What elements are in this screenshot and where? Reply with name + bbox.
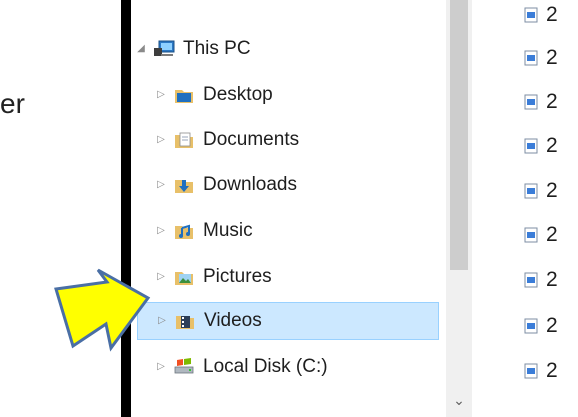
file-list-item[interactable]: 2 <box>524 176 558 206</box>
scroll-down-arrow-icon[interactable]: ⌄ <box>452 393 466 407</box>
file-icon <box>524 50 538 66</box>
tree-item-this-pc[interactable]: ◢ This PC <box>135 30 440 68</box>
file-list-item[interactable]: 2 <box>524 0 558 30</box>
tree-item-label: Music <box>203 220 253 241</box>
pictures-folder-icon <box>175 272 193 285</box>
file-list-item[interactable]: 2 <box>524 356 558 386</box>
collapsed-chevron-icon[interactable]: ▷ <box>155 89 167 101</box>
collapsed-chevron-icon[interactable]: ▷ <box>156 315 168 327</box>
file-list-item[interactable]: 2 <box>524 87 558 117</box>
file-list-item[interactable]: 2 <box>524 43 558 73</box>
downloads-folder-icon <box>175 180 193 193</box>
file-icon <box>524 138 538 154</box>
tree-item-downloads[interactable]: ▷ Downloads <box>155 166 460 204</box>
file-list-item[interactable]: 2 <box>524 311 558 341</box>
file-icon <box>524 94 538 110</box>
music-folder-icon <box>175 224 193 239</box>
tree-item-local-disk[interactable]: ▷ Local Disk (C:) <box>155 348 460 386</box>
documents-folder-icon <box>175 132 193 148</box>
computer-icon <box>154 40 175 56</box>
file-icon <box>524 183 538 199</box>
local-disk-icon <box>174 358 194 374</box>
tree-item-label: Videos <box>204 310 262 331</box>
file-icon <box>524 272 538 288</box>
collapsed-chevron-icon[interactable]: ▷ <box>155 134 167 146</box>
file-list-item[interactable]: 2 <box>524 220 558 250</box>
file-list-item[interactable]: 2 <box>524 131 558 161</box>
tree-item-label: Local Disk (C:) <box>203 356 328 377</box>
file-icon <box>524 227 538 243</box>
tree-item-desktop[interactable]: ▷ Desktop <box>155 76 460 114</box>
tree-item-videos[interactable]: ▷ Videos <box>137 302 439 340</box>
tree-item-label: This PC <box>183 38 251 59</box>
partial-text-fragment: er <box>0 88 25 119</box>
collapsed-chevron-icon[interactable]: ▷ <box>155 179 167 191</box>
file-list-item[interactable]: 2 <box>524 265 558 295</box>
window-border <box>121 0 131 417</box>
videos-folder-icon <box>176 316 194 329</box>
tree-item-documents[interactable]: ▷ Documents <box>155 121 460 159</box>
navigation-pane[interactable]: ◢ This PC ▷ Desktop ▷ Documents ▷ Downlo… <box>131 0 446 417</box>
file-icon <box>524 363 538 379</box>
collapsed-chevron-icon[interactable]: ▷ <box>155 225 167 237</box>
vertical-scrollbar[interactable]: ⌄ <box>446 0 472 417</box>
tree-item-label: Downloads <box>203 174 297 195</box>
desktop-folder-icon <box>175 90 193 103</box>
collapsed-chevron-icon[interactable]: ▷ <box>155 271 167 283</box>
scrollbar-thumb[interactable] <box>450 0 468 270</box>
tree-item-label: Documents <box>203 129 300 150</box>
expanded-chevron-icon[interactable]: ◢ <box>135 43 147 55</box>
collapsed-chevron-icon[interactable]: ▷ <box>155 361 167 373</box>
file-icon <box>524 318 538 334</box>
tree-item-label: Desktop <box>203 84 273 105</box>
tree-item-pictures[interactable]: ▷ Pictures <box>155 258 460 296</box>
tree-item-music[interactable]: ▷ Music <box>155 212 460 250</box>
tree-item-label: Pictures <box>203 266 272 287</box>
file-icon <box>524 7 538 23</box>
